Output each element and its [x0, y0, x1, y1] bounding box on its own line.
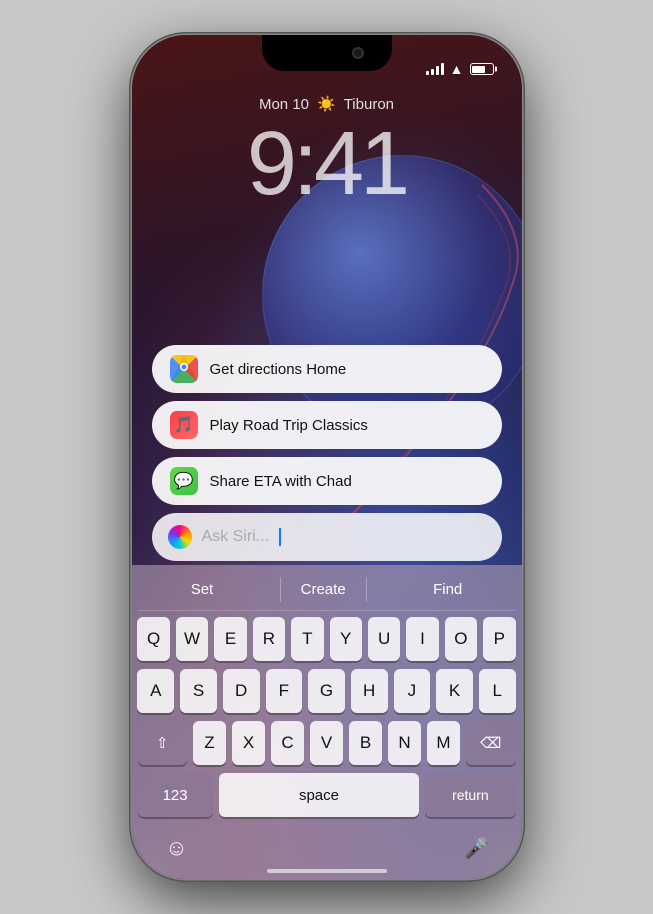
key-a[interactable]: A [137, 669, 174, 713]
keyboard-row-4: 123 space return [138, 773, 516, 817]
key-z[interactable]: Z [193, 721, 226, 765]
notch [262, 35, 392, 71]
key-f[interactable]: F [266, 669, 303, 713]
key-e[interactable]: E [214, 617, 246, 661]
phone-frame: ▲ Mon 10 ☀️ Tiburon 9:41 [132, 35, 522, 879]
emoji-button[interactable]: ☺ [158, 829, 196, 867]
siri-logo-icon [168, 525, 192, 549]
date-display: Mon 10 [259, 96, 309, 113]
suggestion-music[interactable]: 🎵 Play Road Trip Classics [152, 401, 502, 449]
microphone-button[interactable]: 🎤 [458, 829, 496, 867]
key-h[interactable]: H [351, 669, 388, 713]
messages-text: Share ETA with Chad [210, 473, 352, 490]
siri-input-field[interactable]: Ask Siri... [152, 513, 502, 561]
messages-icon: 💬 [170, 467, 198, 495]
keyboard-area: Set Create Find Q W E R T Y U I O P A S [132, 565, 522, 879]
time-display: 9:41 [132, 119, 522, 209]
wifi-icon: ▲ [450, 61, 464, 77]
key-q[interactable]: Q [137, 617, 169, 661]
suggestion-create[interactable]: Create [280, 577, 367, 602]
key-j[interactable]: J [394, 669, 431, 713]
date-weather-row: Mon 10 ☀️ Tiburon [132, 95, 522, 113]
suggestion-find[interactable]: Find [413, 577, 482, 602]
phone-screen: ▲ Mon 10 ☀️ Tiburon 9:41 [132, 35, 522, 879]
key-d[interactable]: D [223, 669, 260, 713]
key-i[interactable]: I [406, 617, 438, 661]
weather-icon: ☀️ [317, 95, 336, 113]
suggestion-directions[interactable]: Get directions Home [152, 345, 502, 393]
key-backspace[interactable]: ⌫ [466, 721, 516, 765]
key-space[interactable]: space [219, 773, 420, 817]
status-icons: ▲ [426, 61, 494, 77]
key-w[interactable]: W [176, 617, 208, 661]
key-v[interactable]: V [310, 721, 343, 765]
suggestion-set[interactable]: Set [171, 577, 234, 602]
keyboard-row-2: A S D F G H J K L [138, 669, 516, 713]
music-text: Play Road Trip Classics [210, 417, 368, 434]
key-m[interactable]: M [427, 721, 460, 765]
word-suggestions-bar: Set Create Find [138, 573, 516, 611]
key-r[interactable]: R [253, 617, 285, 661]
key-s[interactable]: S [180, 669, 217, 713]
key-g[interactable]: G [308, 669, 345, 713]
battery-icon [470, 63, 494, 75]
key-b[interactable]: B [349, 721, 382, 765]
text-cursor [279, 528, 281, 546]
key-p[interactable]: P [483, 617, 515, 661]
signal-icon [426, 63, 444, 75]
directions-text: Get directions Home [210, 361, 347, 378]
siri-input-area[interactable]: Ask Siri... [152, 513, 502, 561]
location-display: Tiburon [344, 96, 394, 113]
suggestions-area: Get directions Home 🎵 Play Road Trip Cla… [152, 345, 502, 561]
key-o[interactable]: O [445, 617, 477, 661]
key-u[interactable]: U [368, 617, 400, 661]
key-return[interactable]: return [425, 773, 515, 817]
maps-icon [170, 355, 198, 383]
keyboard-row-1: Q W E R T Y U I O P [138, 617, 516, 661]
key-n[interactable]: N [388, 721, 421, 765]
key-numbers[interactable]: 123 [138, 773, 213, 817]
front-camera [352, 47, 364, 59]
key-t[interactable]: T [291, 617, 323, 661]
battery-fill [472, 66, 485, 73]
music-icon: 🎵 [170, 411, 198, 439]
keyboard-row-3: ⇧ Z X C V B N M ⌫ [138, 721, 516, 765]
key-c[interactable]: C [271, 721, 304, 765]
suggestion-messages[interactable]: 💬 Share ETA with Chad [152, 457, 502, 505]
key-k[interactable]: K [436, 669, 473, 713]
siri-placeholder: Ask Siri... [202, 528, 270, 546]
clock-area: Mon 10 ☀️ Tiburon 9:41 [132, 95, 522, 209]
home-indicator [267, 869, 387, 873]
key-y[interactable]: Y [330, 617, 362, 661]
key-shift[interactable]: ⇧ [138, 721, 188, 765]
key-x[interactable]: X [232, 721, 265, 765]
key-l[interactable]: L [479, 669, 516, 713]
